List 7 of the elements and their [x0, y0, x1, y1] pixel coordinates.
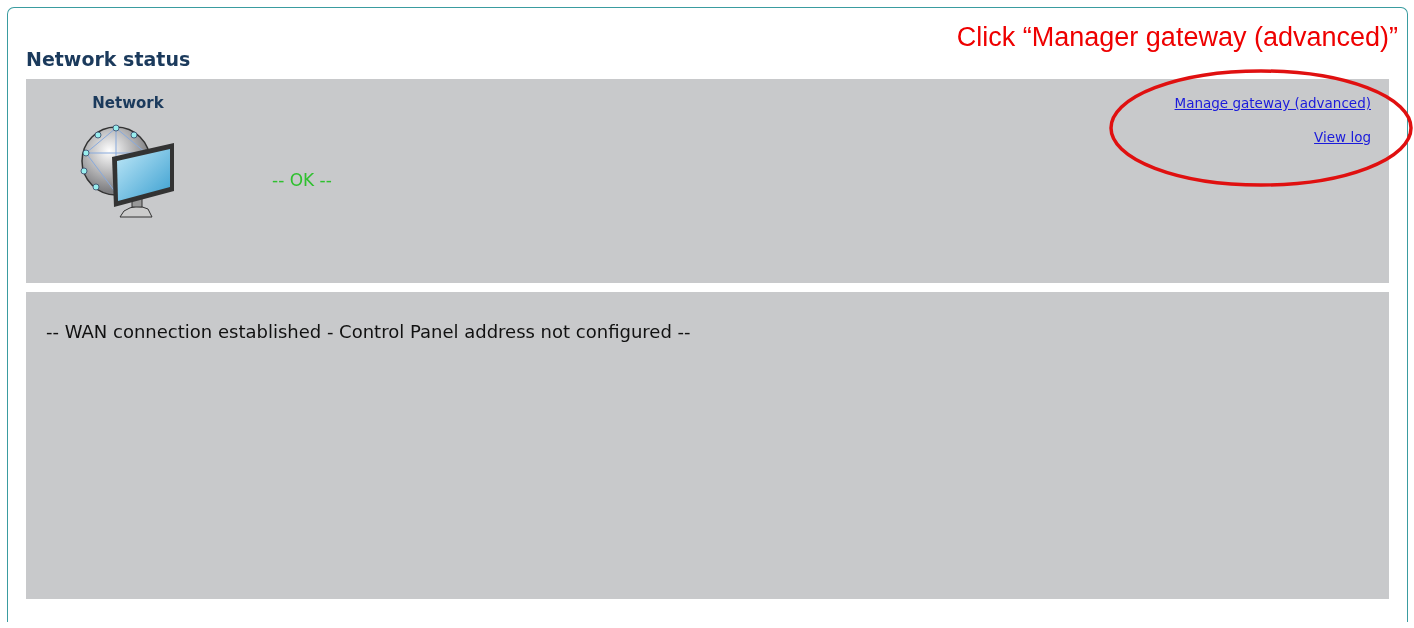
- link[interactable]: Manage gateway (advanced): [1174, 93, 1371, 113]
- connection-message: -- WAN connection established - Control Panel address not configured --: [46, 320, 691, 344]
- section-title: Network status: [26, 47, 192, 72]
- link[interactable]: View log: [1314, 127, 1371, 147]
- network-label: Network: [92, 93, 164, 113]
- status-text: -- OK --: [272, 169, 332, 191]
- annotation-text: Click “Manager gateway (advanced)”: [956, 21, 1398, 53]
